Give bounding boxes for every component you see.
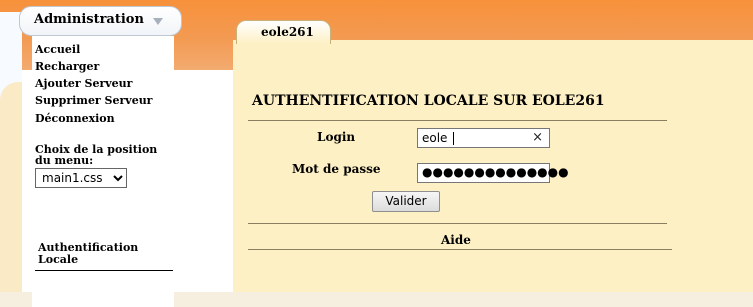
menu-position-select[interactable]: main1.css	[35, 168, 127, 188]
divider	[248, 249, 672, 250]
aide-link[interactable]: Aide	[441, 233, 471, 247]
clear-icon[interactable]: ×	[532, 130, 543, 145]
password-label: Mot de passe	[292, 162, 381, 176]
tab-eole261[interactable]: eole261	[236, 20, 331, 44]
chevron-down-icon[interactable]	[153, 18, 163, 25]
sidebar: Accueil Recharger Ajouter Serveur Suppri…	[32, 36, 174, 307]
password-input[interactable]: ●●●●●●●●●●●●●●	[417, 163, 569, 183]
password-mask: ●●●●●●●●●●●●●●	[422, 165, 569, 179]
administration-menu-tab[interactable]: Administration	[19, 6, 182, 36]
valider-button[interactable]: Valider	[372, 191, 440, 212]
sidebar-item-deconnexion[interactable]: Déconnexion	[35, 112, 115, 125]
left-rail	[0, 12, 22, 307]
tab-eole261-label: eole261	[261, 25, 314, 39]
sidebar-item-supprimer-serveur[interactable]: Supprimer Serveur	[35, 94, 152, 107]
sidebar-item-ajouter-serveur[interactable]: Ajouter Serveur	[35, 77, 132, 90]
page-title: AUTHENTIFICATION LOCALE SUR EOLE261	[252, 93, 605, 109]
login-value: eole	[422, 131, 448, 145]
menu-position-label: Choix de la position du menu:	[35, 143, 158, 167]
administration-tab-label: Administration	[34, 12, 144, 27]
login-input[interactable]: eole ×	[417, 128, 550, 148]
left-rail-curve	[0, 82, 22, 307]
login-label: Login	[317, 130, 356, 144]
text-cursor	[453, 132, 454, 145]
divider	[248, 223, 667, 224]
sidebar-item-authentification-locale[interactable]: Authentification Locale	[38, 242, 168, 266]
divider	[248, 120, 667, 121]
sidebar-item-recharger[interactable]: Recharger	[35, 60, 99, 73]
sidebar-item-accueil[interactable]: Accueil	[35, 43, 80, 56]
divider	[35, 270, 173, 271]
